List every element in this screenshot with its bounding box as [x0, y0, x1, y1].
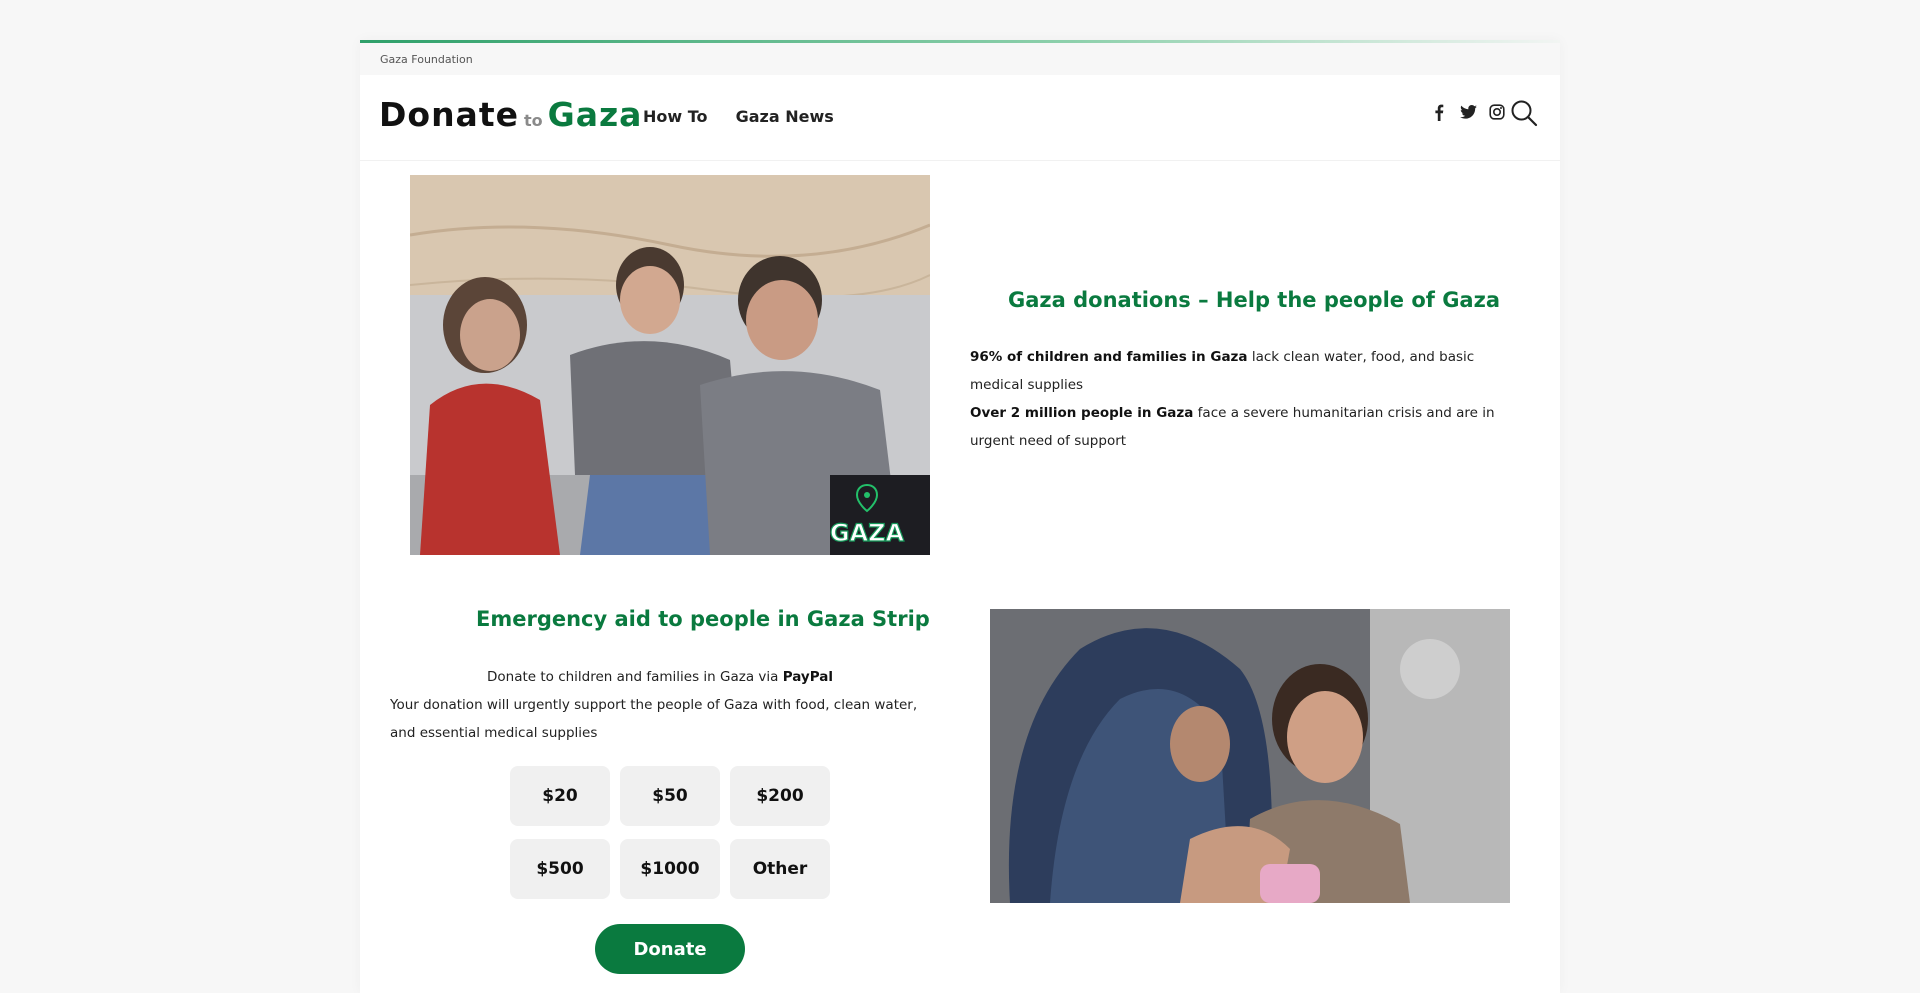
site-logo[interactable]: Donate to Gaza: [379, 95, 642, 134]
amount-button-50[interactable]: $50: [620, 766, 720, 826]
site-label: Gaza Foundation: [380, 53, 473, 66]
donate-description: Your donation will urgently support the …: [390, 697, 918, 741]
amount-button-20[interactable]: $20: [510, 766, 610, 826]
logo-word-donate: Donate: [379, 95, 519, 134]
paypal-label: PayPal: [782, 669, 833, 685]
donate-intro: Donate to children and families in Gaza …: [390, 663, 930, 691]
hero-line-2-bold: Over 2 million people in Gaza: [970, 405, 1194, 421]
hero-line-1-bold: 96% of children and families in Gaza: [970, 349, 1248, 365]
amount-options: $20 $50 $200 $500 $1000 Other: [510, 766, 830, 899]
amount-button-500[interactable]: $500: [510, 839, 610, 899]
hero-line-1: 96% of children and families in Gaza lac…: [970, 343, 1520, 399]
search-icon[interactable]: [1510, 99, 1538, 127]
hero-text: 96% of children and families in Gaza lac…: [970, 343, 1520, 455]
header: Donate to Gaza How To Gaza News: [360, 75, 1560, 161]
donate-button[interactable]: Donate: [595, 924, 745, 974]
social-links: [1430, 103, 1506, 121]
logo-word-gaza: Gaza: [547, 95, 643, 134]
main-nav: How To Gaza News: [643, 107, 857, 126]
donate-intro-text: Donate to children and families in Gaza …: [486, 669, 783, 685]
amount-button-other[interactable]: Other: [730, 839, 830, 899]
hero-title: Gaza donations – Help the people of Gaza: [1008, 288, 1500, 312]
page-container: Gaza Foundation Donate to Gaza How To Gaza…: [360, 40, 1560, 993]
facebook-icon[interactable]: [1430, 103, 1448, 121]
gaza-badge-text: GAZA: [830, 519, 905, 547]
children-photo: GAZA: [410, 175, 930, 555]
hero-line-2: Over 2 million people in Gaza face a sev…: [970, 399, 1520, 455]
nav-item-how-to[interactable]: How To: [643, 107, 708, 126]
mother-child-photo: [990, 609, 1510, 903]
amount-button-1000[interactable]: $1000: [620, 839, 720, 899]
twitter-icon[interactable]: [1459, 103, 1477, 121]
instagram-icon[interactable]: [1488, 103, 1506, 121]
logo-word-to: to: [523, 111, 543, 130]
nav-item-gaza-news[interactable]: Gaza News: [736, 107, 834, 126]
donate-title: Emergency aid to people in Gaza Strip: [476, 607, 930, 631]
amount-button-200[interactable]: $200: [730, 766, 830, 826]
donate-text: Donate to children and families in Gaza …: [390, 663, 930, 747]
top-bar: Gaza Foundation: [360, 43, 1560, 75]
